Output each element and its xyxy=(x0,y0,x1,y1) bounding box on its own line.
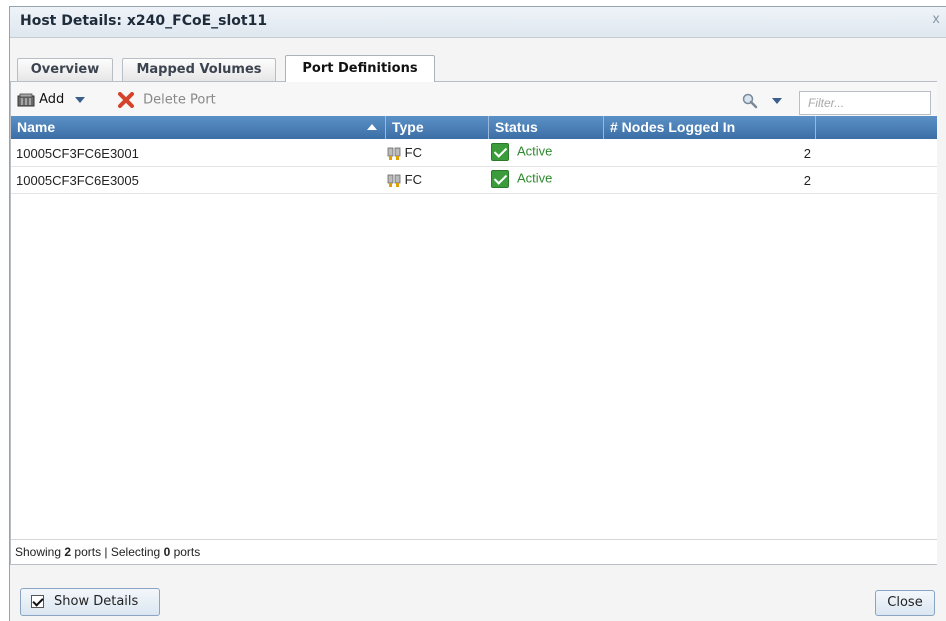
column-header-nodes[interactable]: # Nodes Logged In xyxy=(604,116,816,139)
chevron-down-icon xyxy=(771,98,782,104)
tab-bar: Overview Mapped Volumes Port Definitions xyxy=(10,49,946,82)
port-type-cell: FC xyxy=(387,172,422,188)
delete-port-label: Delete Port xyxy=(143,92,216,108)
tab-port-definitions[interactable]: Port Definitions xyxy=(285,55,435,82)
port-type-label: FC xyxy=(404,145,422,160)
fc-port-icon xyxy=(387,147,401,160)
search-menu-button[interactable] xyxy=(741,93,783,109)
port-status-label: Active xyxy=(517,143,553,159)
grid-header: Name Type Status # Nodes Logged In xyxy=(11,116,937,139)
filter-input[interactable] xyxy=(799,91,931,115)
delete-x-icon xyxy=(118,92,134,108)
show-details-checkbox[interactable] xyxy=(31,595,44,608)
nodes-logged-in-cell: 2 xyxy=(803,146,811,161)
close-icon[interactable]: x xyxy=(932,12,940,27)
show-details-label: Show Details xyxy=(54,594,139,609)
active-check-icon xyxy=(491,170,509,188)
column-header-name[interactable]: Name xyxy=(11,116,386,139)
show-details-button[interactable]: Show Details xyxy=(20,588,160,616)
add-button-label: Add xyxy=(39,92,65,107)
showing-mid: ports | Selecting xyxy=(71,545,164,559)
dialog-title: Host Details: x240_FCoE_slot11 xyxy=(20,13,268,29)
active-check-icon xyxy=(491,143,509,161)
selecting-suffix: ports xyxy=(170,545,201,559)
column-header-type-label: Type xyxy=(392,119,424,135)
port-status-label: Active xyxy=(517,170,553,186)
toolbar: Add Delete Port xyxy=(11,82,937,116)
sort-ascending-icon xyxy=(367,124,377,130)
port-definitions-panel: Add Delete Port Name xyxy=(10,81,937,565)
table-row[interactable]: 10005CF3FC6E3005 FC Active 2 xyxy=(11,167,937,194)
table-row[interactable]: 10005CF3FC6E3001 FC Active 2 xyxy=(11,140,937,167)
add-button[interactable]: Add xyxy=(17,92,86,107)
port-type-label: FC xyxy=(404,172,422,187)
close-button[interactable]: Close xyxy=(875,590,935,616)
port-name-cell: 10005CF3FC6E3005 xyxy=(16,173,139,188)
chevron-down-icon xyxy=(75,96,86,103)
nodes-logged-in-cell: 2 xyxy=(803,173,811,188)
port-name-cell: 10005CF3FC6E3001 xyxy=(16,146,139,161)
column-header-status[interactable]: Status xyxy=(489,116,604,139)
tab-overview[interactable]: Overview xyxy=(17,58,113,81)
fc-port-icon xyxy=(387,174,401,187)
tab-mapped-volumes[interactable]: Mapped Volumes xyxy=(122,58,276,81)
column-header-nodes-label: # Nodes Logged In xyxy=(610,119,736,135)
port-status-cell: Active xyxy=(491,143,552,161)
column-header-status-label: Status xyxy=(495,119,538,135)
column-header-name-label: Name xyxy=(17,119,56,135)
dialog-titlebar: Host Details: x240_FCoE_slot11 x xyxy=(10,7,946,38)
showing-prefix: Showing xyxy=(15,545,65,559)
host-icon xyxy=(17,93,35,106)
search-icon xyxy=(742,93,758,109)
delete-port-button[interactable]: Delete Port xyxy=(117,92,216,108)
grid-status-bar: Showing 2 ports | Selecting 0 ports xyxy=(11,539,937,564)
port-status-cell: Active xyxy=(491,170,552,188)
column-header-type[interactable]: Type xyxy=(386,116,489,139)
port-type-cell: FC xyxy=(387,145,422,161)
